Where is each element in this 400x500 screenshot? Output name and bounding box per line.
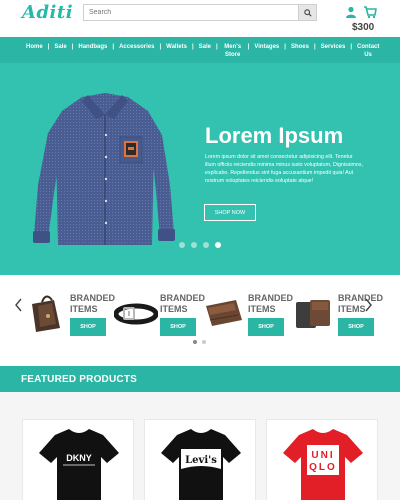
product-card[interactable]: UNI QLO <box>266 419 378 500</box>
nav-separator: | <box>71 44 74 50</box>
hero-slide-indicators <box>179 242 227 248</box>
chevron-left-icon[interactable] <box>15 298 23 312</box>
search-input[interactable] <box>84 5 298 20</box>
shop-button[interactable]: SHOP <box>160 318 196 336</box>
nav-item-wallets[interactable]: Wallets <box>166 43 187 51</box>
search-bar <box>83 4 317 21</box>
wallet-image <box>206 300 242 326</box>
nav-separator: | <box>350 44 353 50</box>
featured-products-header: FEATURED PRODUCTS <box>0 366 400 392</box>
nav-item-sale-2[interactable]: Sale <box>199 43 211 51</box>
shirt-image <box>33 93 175 245</box>
product-print-text: UNI QLO <box>309 450 337 473</box>
nav-item-contact-us[interactable]: Contact Us <box>357 43 379 59</box>
card-title: BRANDED ITEMS <box>160 293 205 314</box>
nav-separator: | <box>159 44 162 50</box>
site-logo[interactable]: Aditi <box>22 2 73 23</box>
product-print-text: DKNY <box>66 453 92 463</box>
card-title: BRANDED ITEMS <box>338 293 383 314</box>
main-nav: Home | Sale | Handbags | Accessories | W… <box>0 37 400 63</box>
section-title: FEATURED PRODUCTS <box>21 374 137 385</box>
slide-dot[interactable] <box>191 242 197 248</box>
nav-item-shoes[interactable]: Shoes <box>291 43 309 51</box>
carousel-card: BRANDED ITEMS SHOP <box>114 290 205 345</box>
nav-item-home[interactable]: Home <box>26 43 43 51</box>
nav-separator: | <box>284 44 286 50</box>
product-card[interactable]: DKNY <box>22 419 134 500</box>
nav-separator: | <box>215 44 218 50</box>
branded-items-carousel: BRANDED ITEMS SHOP BRANDED ITEMS SHOP BR… <box>0 275 400 365</box>
slide-dot[interactable] <box>203 242 209 248</box>
nav-separator: | <box>247 44 250 50</box>
carousel-dot-active[interactable] <box>193 340 197 344</box>
carousel-card: BRANDED ITEMS SHOP <box>202 290 293 345</box>
cart-icon[interactable] <box>363 5 377 19</box>
belt-image <box>114 303 158 325</box>
hero-banner: Lorem Ipsum Lorem ipsum dolor sit amet c… <box>0 63 400 275</box>
search-icon <box>303 8 312 17</box>
shop-button[interactable]: SHOP <box>70 318 106 336</box>
tshirt-image: UNI QLO <box>283 429 363 500</box>
nav-separator: | <box>112 44 115 50</box>
nav-separator: | <box>191 44 194 50</box>
product-print-text: Levi's <box>185 455 217 466</box>
nav-item-services[interactable]: Services <box>321 43 346 51</box>
wallet-image <box>296 300 330 328</box>
shop-button[interactable]: SHOP <box>338 318 374 336</box>
nav-item-vintages[interactable]: Vintages <box>254 43 279 51</box>
nav-item-mens-store[interactable]: Men's Store <box>223 43 243 59</box>
nav-separator: | <box>313 44 316 50</box>
slide-dot[interactable] <box>179 242 185 248</box>
nav-item-accessories[interactable]: Accessories <box>119 43 154 51</box>
nav-item-sale[interactable]: Sale <box>54 43 66 51</box>
shop-now-button[interactable]: SHOP NOW <box>204 204 256 221</box>
nav-item-handbags[interactable]: Handbags <box>78 43 107 51</box>
carousel-card: BRANDED ITEMS SHOP <box>24 290 115 345</box>
chevron-right-icon[interactable] <box>364 298 372 312</box>
carousel-dot[interactable] <box>202 340 206 344</box>
search-button[interactable] <box>298 5 316 20</box>
hero-title: Lorem Ipsum <box>205 123 344 148</box>
slide-dot-active[interactable] <box>215 242 221 248</box>
bag-image <box>32 295 60 332</box>
card-title: BRANDED ITEMS <box>70 293 115 314</box>
carousel-page-indicators <box>193 340 211 344</box>
product-card[interactable]: Levi's <box>144 419 256 500</box>
site-header: Aditi $300 <box>0 0 400 36</box>
tshirt-image: Levi's <box>161 429 241 500</box>
shop-button[interactable]: SHOP <box>248 318 284 336</box>
nav-separator: | <box>47 44 50 50</box>
featured-products-grid: DKNY Levi's UNI QLO <box>0 392 400 500</box>
card-title: BRANDED ITEMS <box>248 293 293 314</box>
tshirt-image: DKNY <box>39 429 119 500</box>
cart-total: $300 <box>352 22 375 33</box>
hero-description: Lorem ipsum dolor sit amet consectetur a… <box>205 154 363 184</box>
user-icon[interactable] <box>345 6 357 18</box>
